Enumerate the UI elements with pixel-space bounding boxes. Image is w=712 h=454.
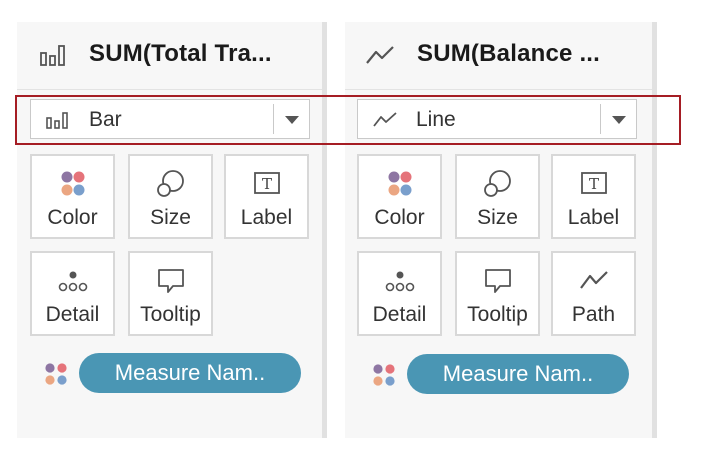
color-label: Color — [47, 206, 98, 229]
size-label: Size — [477, 206, 518, 229]
measure-names-pill[interactable]: Measure Nam.. — [407, 354, 629, 394]
detail-dots-icon — [58, 271, 87, 292]
size-circles-icon — [156, 170, 184, 197]
label-label: Label — [567, 206, 620, 229]
color-dots-icon — [45, 363, 67, 385]
line-chart-icon — [373, 112, 397, 127]
tooltip-bubble-icon — [484, 269, 511, 293]
detail-label: Detail — [372, 303, 427, 326]
marks-card-title: SUM(Total Tra... — [89, 40, 272, 67]
tooltip-bubble-icon — [157, 269, 184, 293]
mark-type-dropdown[interactable]: Bar — [30, 99, 310, 139]
svg-text:T: T — [588, 175, 598, 193]
color-button[interactable]: Color — [357, 154, 442, 239]
size-circles-icon — [483, 170, 511, 197]
tooltip-label: Tooltip — [467, 303, 528, 326]
detail-button[interactable]: Detail — [30, 251, 115, 336]
label-label: Label — [240, 206, 293, 229]
path-button[interactable]: Path — [551, 251, 636, 336]
path-label: Path — [571, 303, 616, 326]
svg-text:T: T — [261, 175, 271, 193]
marks-card-right: SUM(Balance ... Line Color Size T Label — [345, 22, 657, 438]
size-label: Size — [150, 206, 191, 229]
mark-type-dropdown[interactable]: Line — [357, 99, 637, 139]
measure-names-pill[interactable]: Measure Nam.. — [79, 353, 301, 393]
marks-card-header[interactable]: SUM(Balance ... — [345, 22, 652, 90]
label-button[interactable]: T Label — [224, 154, 309, 239]
marks-card-title: SUM(Balance ... — [417, 40, 601, 67]
marks-card-header[interactable]: SUM(Total Tra... — [17, 22, 322, 90]
size-button[interactable]: Size — [128, 154, 213, 239]
bar-chart-icon — [46, 112, 68, 129]
line-chart-icon — [366, 46, 394, 64]
color-field-row: Measure Nam.. — [371, 354, 641, 394]
color-dots-icon — [388, 171, 411, 196]
detail-button[interactable]: Detail — [357, 251, 442, 336]
chevron-down-icon[interactable] — [600, 104, 636, 134]
size-button[interactable]: Size — [455, 154, 540, 239]
path-line-icon — [579, 271, 608, 289]
tooltip-label: Tooltip — [140, 303, 201, 326]
label-button[interactable]: T Label — [551, 154, 636, 239]
text-label-icon: T — [580, 172, 607, 194]
bar-chart-icon — [40, 45, 65, 66]
detail-label: Detail — [45, 303, 100, 326]
text-label-icon: T — [253, 172, 280, 194]
detail-dots-icon — [385, 271, 414, 292]
color-field-row: Measure Nam.. — [43, 353, 313, 393]
color-dots-icon — [61, 171, 84, 196]
mark-type-label: Bar — [89, 108, 122, 131]
tooltip-button[interactable]: Tooltip — [455, 251, 540, 336]
tooltip-button[interactable]: Tooltip — [128, 251, 213, 336]
mark-type-label: Line — [416, 108, 456, 131]
chevron-down-icon[interactable] — [273, 104, 309, 134]
color-button[interactable]: Color — [30, 154, 115, 239]
marks-card-left: SUM(Total Tra... Bar Color Size T Label … — [17, 22, 327, 438]
color-label: Color — [374, 206, 425, 229]
color-dots-icon — [373, 364, 395, 386]
